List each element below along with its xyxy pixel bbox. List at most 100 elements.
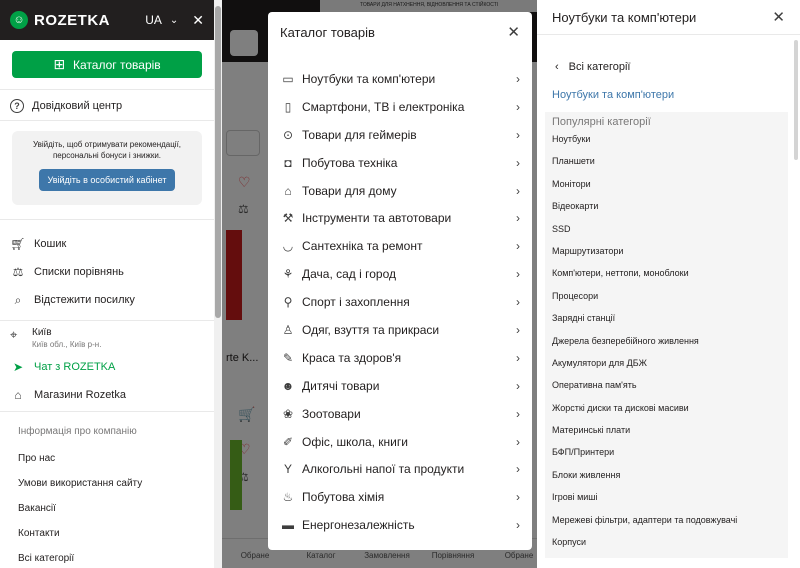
catalog-item-energy[interactable]: ▬ Енергонезалежність › [268, 511, 532, 539]
side-menu-scrollbar[interactable] [214, 0, 222, 568]
chevron-right-icon: › [516, 490, 520, 505]
garden-icon: ⚘ [282, 267, 294, 282]
catalog-item-label: Смартфони, ТВ і електроніка [302, 99, 465, 114]
compare-lists-link[interactable]: ⚖ Списки порівнянь [0, 258, 214, 286]
cart-icon: 🛒︎ [10, 237, 26, 251]
package-search-icon: ⌕ [14, 292, 22, 307]
login-prompt-text: Увійдіть, щоб отримувати рекомендації, п… [32, 140, 182, 160]
subcategory-item[interactable]: Маршрутизатори [545, 240, 788, 262]
catalog-item-clothes[interactable]: ♙ Одяг, взуття та прикраси › [268, 316, 532, 344]
subcategory-item[interactable]: SSD [545, 218, 788, 240]
catalog-item-label: Краса та здоров'я [302, 350, 402, 365]
teddy-bear-icon: ☻ [281, 378, 295, 393]
chevron-down-icon[interactable]: ⌄ [170, 15, 178, 26]
location-city: Київ [32, 327, 52, 338]
catalog-item-smartphones[interactable]: ▯ Смартфони, ТВ і електроніка › [268, 93, 532, 121]
subcategory-item[interactable]: Материнські плати [545, 419, 788, 441]
subcategory-item[interactable]: Монітори [545, 173, 788, 195]
help-center-link[interactable]: ? Довідковий центр [0, 92, 214, 120]
catalog-item-label: Алкогольні напої та продукти [302, 462, 465, 477]
terms-link[interactable]: Умови використання сайту [0, 471, 214, 496]
catalog-item-appliances[interactable]: ◘ Побутова техніка › [268, 149, 532, 177]
subcategory-item[interactable]: Мережеві фільтри, адаптери та подовжувач… [545, 509, 788, 531]
all-categories-link[interactable]: Всі категорії [0, 546, 214, 568]
catalog-item-label: Інструменти та автотовари [302, 211, 452, 226]
catalog-item-home[interactable]: ⌂ Товари для дому › [268, 177, 532, 205]
subcategory-item[interactable]: Корпуси [545, 531, 788, 553]
location-region: Київ обл., Київ р-н. [32, 340, 102, 349]
subcategory-item[interactable]: Процесори [545, 285, 788, 307]
phone-icon: ▯ [284, 99, 292, 114]
catalog-item-tools[interactable]: ⚒ Інструменти та автотовари › [268, 204, 532, 232]
catalog-button[interactable]: ⊞ Каталог товарів [12, 51, 202, 78]
chevron-right-icon: › [516, 350, 520, 365]
catalog-item-garden[interactable]: ⚘ Дача, сад і город › [268, 260, 532, 288]
catalog-item-sport[interactable]: ⚲ Спорт і захоплення › [268, 288, 532, 316]
close-icon[interactable]: ✕ [507, 23, 520, 41]
subcategory-item[interactable]: Комп'ютери, неттопи, моноблоки [545, 262, 788, 284]
catalog-list: ▭ Ноутбуки та комп'ютери › ▯ Смартфони, ТВ … [268, 52, 532, 539]
cart-label: Кошик [34, 238, 67, 250]
stores-label: Магазини Rozetka [34, 389, 126, 401]
divider [0, 120, 214, 121]
back-to-all-categories[interactable]: ‹ Всі категорії [537, 61, 800, 75]
catalog-item-label: Спорт і захоплення [302, 295, 410, 310]
compare-lists-label: Списки порівнянь [34, 266, 124, 278]
track-parcel-link[interactable]: ⌕ Відстежити посилку [0, 286, 214, 314]
catalog-item-chemicals[interactable]: ♨ Побутова хімія › [268, 483, 532, 511]
scales-icon: ⚖ [12, 265, 24, 279]
language-select[interactable]: UA [145, 13, 162, 27]
catalog-button-label: Каталог товарів [73, 57, 161, 72]
catalog-item-label: Енергонезалежність [302, 518, 415, 533]
about-link[interactable]: Про нас [0, 446, 214, 471]
subcategory-item[interactable]: БФП/Принтери [545, 441, 788, 463]
catalog-modal: Каталог товарів ✕ ▭ Ноутбуки та комп'ютер… [268, 12, 532, 550]
vacancies-link[interactable]: Вакансії [0, 496, 214, 521]
catalog-item-plumbing[interactable]: ◡ Сантехніка та ремонт › [268, 232, 532, 260]
location-pin-icon: ⌖ [10, 327, 18, 342]
side-menu: ☺ ROZETKA UA ⌄ ✕ ⊞ Каталог товарів ? Дов… [0, 0, 214, 568]
chevron-right-icon: › [516, 99, 520, 114]
chevron-right-icon: › [516, 462, 520, 477]
close-icon[interactable]: ✕ [772, 8, 785, 26]
back-label: Всі категорії [568, 61, 631, 73]
catalog-item-gamers[interactable]: ⊙ Товари для геймерів › [268, 121, 532, 149]
subcategory-panel: Ноутбуки та комп'ютери ✕ ‹ Всі категорії … [537, 0, 800, 568]
subcategory-header: Ноутбуки та комп'ютери ✕ [537, 0, 800, 34]
catalog-item-label: Дитячі товари [302, 378, 380, 393]
current-category-link[interactable]: Ноутбуки та комп'ютери [537, 89, 800, 103]
paw-icon: ❀ [282, 406, 294, 421]
subcategory-item[interactable]: Джерела безперебійного живлення [545, 330, 788, 352]
catalog-item-alcohol[interactable]: Y Алкогольні напої та продукти › [268, 455, 532, 483]
subcategory-item[interactable]: Відеокарти [545, 195, 788, 217]
chevron-right-icon: › [516, 183, 520, 198]
chat-link[interactable]: ➤ Чат з ROZETKA [0, 353, 214, 381]
chevron-right-icon: › [516, 434, 520, 449]
catalog-item-laptops[interactable]: ▭ Ноутбуки та комп'ютери › [268, 65, 532, 93]
subcategory-item[interactable]: Ігрові миші [545, 486, 788, 508]
scrollbar-thumb[interactable] [215, 6, 221, 318]
subcategory-item[interactable]: Ноутбуки [545, 128, 788, 150]
stores-link[interactable]: ⌂ Магазини Rozetka [0, 381, 214, 409]
catalog-item-office[interactable]: ✐ Офіс, школа, книги › [268, 428, 532, 456]
contacts-link[interactable]: Контакти [0, 521, 214, 546]
subcategory-item[interactable]: Планшети [545, 150, 788, 172]
question-icon: ? [10, 99, 24, 113]
subcategory-item[interactable]: Оперативна пам'ять [545, 374, 788, 396]
grid-icon: ⊞ [53, 56, 66, 72]
pencil-icon: ✐ [282, 434, 294, 449]
catalog-item-beauty[interactable]: ✎ Краса та здоров'я › [268, 344, 532, 372]
chat-label: Чат з ROZETKA [34, 361, 116, 373]
cart-link[interactable]: 🛒︎ Кошик [0, 230, 214, 258]
login-button[interactable]: Увійдіть в особистий кабінет [38, 169, 176, 191]
close-icon[interactable]: ✕ [192, 12, 204, 29]
subcategory-scrollbar-thumb[interactable] [794, 40, 798, 160]
location-selector[interactable]: ⌖ Київ Київ обл., Київ р-н. [0, 321, 214, 349]
catalog-item-kids[interactable]: ☻ Дитячі товари › [268, 372, 532, 400]
subcategory-item[interactable]: Зарядні станції [545, 307, 788, 329]
subcategory-item[interactable]: Жорсткі диски та дискові масиви [545, 397, 788, 419]
catalog-item-pets[interactable]: ❀ Зоотовари › [268, 400, 532, 428]
logo[interactable]: ROZETKA [34, 12, 110, 29]
subcategory-item[interactable]: Акумулятори для ДБЖ [545, 352, 788, 374]
subcategory-item[interactable]: Блоки живлення [545, 464, 788, 486]
